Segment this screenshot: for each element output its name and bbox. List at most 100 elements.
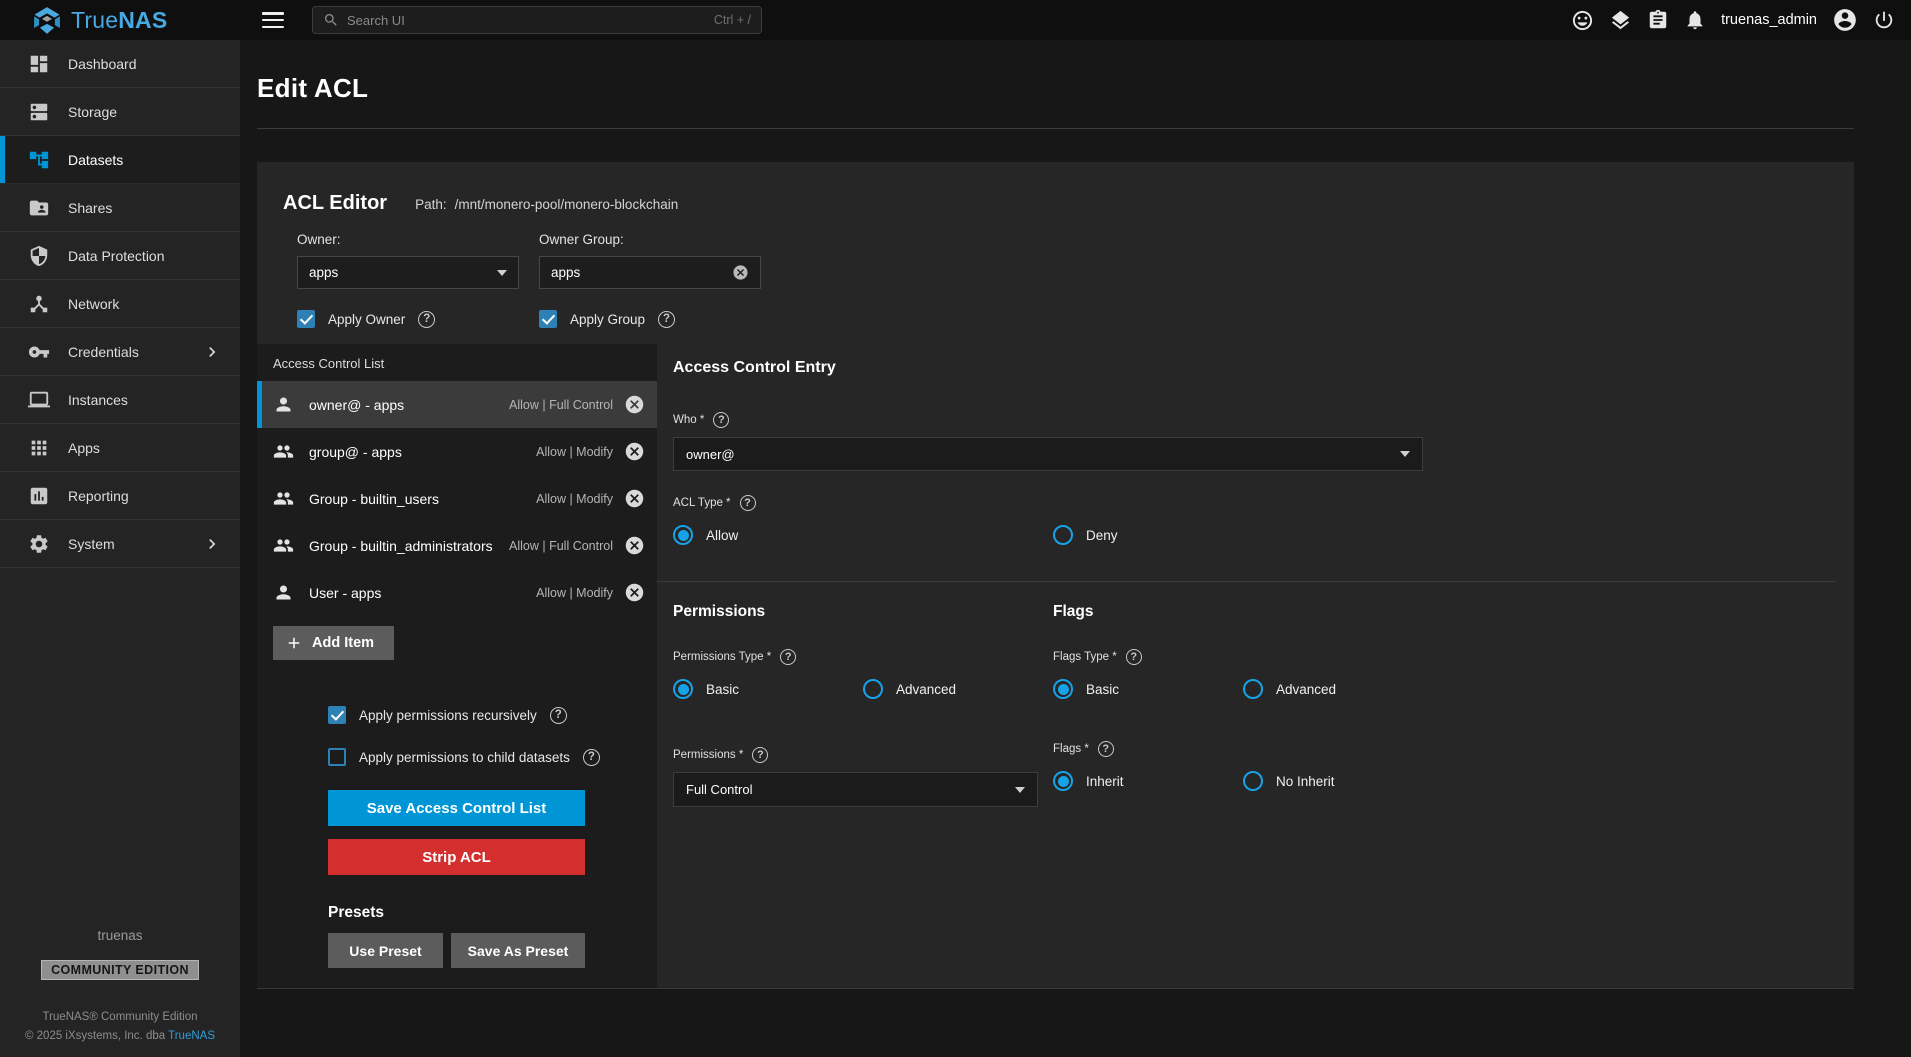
- apply-owner-checkbox[interactable]: [297, 310, 315, 328]
- copyright-text: TrueNAS® Community Edition © 2025 iXsyst…: [0, 1008, 240, 1045]
- person-icon: [273, 394, 294, 415]
- sidebar-item-shares[interactable]: Shares: [0, 184, 240, 232]
- help-icon[interactable]: [740, 495, 756, 511]
- access-control-entry-form: Access Control Entry Who * owner@ ACL Ty…: [657, 344, 1854, 988]
- ace-who: owner@ - apps: [309, 397, 404, 413]
- flags-inherit-radio[interactable]: Inherit: [1053, 771, 1243, 791]
- help-icon[interactable]: [1098, 741, 1114, 757]
- chevron-right-icon: [202, 534, 222, 554]
- search-input[interactable]: [347, 13, 706, 28]
- group-icon: [273, 535, 294, 556]
- ace-who: Group - builtin_users: [309, 491, 439, 507]
- delete-entry-icon[interactable]: [624, 582, 645, 603]
- sidebar-item-reporting[interactable]: Reporting: [0, 472, 240, 520]
- feedback-smiley-icon[interactable]: [1571, 9, 1594, 32]
- apply-owner-label: Apply Owner: [328, 312, 405, 327]
- help-icon[interactable]: [550, 707, 567, 724]
- sidebar-item-dashboard[interactable]: Dashboard: [0, 40, 240, 88]
- apply-recursively-checkbox[interactable]: [328, 706, 346, 724]
- save-as-preset-button[interactable]: Save As Preset: [451, 933, 585, 968]
- sidebar-footer: truenas COMMUNITY EDITION TrueNAS® Commu…: [0, 928, 240, 1045]
- sidebar-item-label: Shares: [68, 200, 112, 216]
- main-content: Edit ACL ACL Editor Path: /mnt/monero-po…: [240, 40, 1911, 1057]
- ace-list-item[interactable]: Group - builtin_users Allow | Modify: [257, 475, 657, 522]
- ace-perms: Allow | Modify: [536, 445, 624, 459]
- ace-list-item[interactable]: Group - builtin_administrators Allow | F…: [257, 522, 657, 569]
- sidebar-item-datasets[interactable]: Datasets: [0, 136, 240, 184]
- sidebar-item-label: Credentials: [68, 344, 139, 360]
- owner-select[interactable]: apps: [297, 256, 519, 289]
- ace-list-item[interactable]: owner@ - apps Allow | Full Control: [257, 381, 657, 428]
- sidebar-item-network[interactable]: Network: [0, 280, 240, 328]
- apply-group-checkbox[interactable]: [539, 310, 557, 328]
- delete-entry-icon[interactable]: [624, 441, 645, 462]
- ace-perms: Allow | Full Control: [509, 398, 624, 412]
- permissions-type-basic-radio[interactable]: Basic: [673, 679, 863, 699]
- user-avatar-icon[interactable]: [1832, 7, 1858, 33]
- ace-perms: Allow | Modify: [536, 492, 624, 506]
- who-select[interactable]: owner@: [673, 437, 1423, 471]
- owner-group-input[interactable]: apps: [539, 256, 761, 289]
- acl-type-allow-radio[interactable]: Allow: [673, 525, 1053, 545]
- ace-list-item[interactable]: User - apps Allow | Modify: [257, 569, 657, 616]
- ace-perms: Allow | Full Control: [509, 539, 624, 553]
- permissions-type-label: Permissions Type *: [673, 651, 771, 663]
- help-icon[interactable]: [418, 311, 435, 328]
- flags-type-advanced-radio[interactable]: Advanced: [1243, 679, 1336, 699]
- help-icon[interactable]: [658, 311, 675, 328]
- truenas-logo[interactable]: TrueNAS: [0, 7, 240, 34]
- jobs-clipboard-icon[interactable]: [1647, 9, 1669, 31]
- sidebar-item-apps[interactable]: Apps: [0, 424, 240, 472]
- group-icon: [273, 488, 294, 509]
- flags-no-inherit-radio[interactable]: No Inherit: [1243, 771, 1335, 791]
- sidebar-item-data-protection[interactable]: Data Protection: [0, 232, 240, 280]
- save-acl-button[interactable]: Save Access Control List: [328, 790, 585, 826]
- truecommand-icon[interactable]: [1609, 9, 1632, 32]
- power-icon[interactable]: [1873, 9, 1895, 31]
- delete-entry-icon[interactable]: [624, 488, 645, 509]
- radio-label: Basic: [1086, 682, 1119, 697]
- ace-who: Group - builtin_administrators: [309, 538, 493, 554]
- chevron-down-icon: [1400, 451, 1410, 457]
- sidebar-item-credentials[interactable]: Credentials: [0, 328, 240, 376]
- ace-list-item[interactable]: group@ - apps Allow | Modify: [257, 428, 657, 475]
- flags-type-label: Flags Type *: [1053, 651, 1117, 663]
- radio-label: Advanced: [1276, 682, 1336, 697]
- truenas-logo-text: TrueNAS: [71, 7, 167, 34]
- delete-entry-icon[interactable]: [624, 394, 645, 415]
- radio-icon: [1053, 771, 1073, 791]
- strip-acl-button[interactable]: Strip ACL: [328, 839, 585, 875]
- apply-child-datasets-checkbox[interactable]: [328, 748, 346, 766]
- flags-label: Flags *: [1053, 743, 1089, 755]
- radio-icon: [673, 525, 693, 545]
- help-icon[interactable]: [713, 412, 729, 428]
- use-preset-button[interactable]: Use Preset: [328, 933, 443, 968]
- delete-entry-icon[interactable]: [624, 535, 645, 556]
- add-item-button[interactable]: Add Item: [273, 626, 394, 660]
- permissions-select[interactable]: Full Control: [673, 772, 1038, 807]
- apply-group-label: Apply Group: [570, 312, 645, 327]
- ace-who: User - apps: [309, 585, 381, 601]
- help-icon[interactable]: [752, 747, 768, 763]
- notifications-bell-icon[interactable]: [1684, 9, 1706, 31]
- sidebar-item-instances[interactable]: Instances: [0, 376, 240, 424]
- flags-type-basic-radio[interactable]: Basic: [1053, 679, 1243, 699]
- access-control-list-panel: Access Control List owner@ - apps Allow …: [257, 344, 657, 988]
- acl-type-label: ACL Type *: [673, 497, 731, 509]
- sidebar-item-label: Datasets: [68, 152, 123, 168]
- clear-input-icon[interactable]: [732, 264, 749, 281]
- menu-toggle-icon[interactable]: [262, 12, 284, 28]
- shield-icon: [28, 245, 50, 267]
- ace-form-heading: Access Control Entry: [673, 359, 1836, 377]
- owner-group-label: Owner Group:: [539, 232, 781, 247]
- help-icon[interactable]: [583, 749, 600, 766]
- global-search[interactable]: Ctrl + /: [312, 6, 762, 34]
- permissions-type-advanced-radio[interactable]: Advanced: [863, 679, 956, 699]
- top-bar: TrueNAS Ctrl + / truenas_admin: [0, 0, 1911, 40]
- sidebar-item-system[interactable]: System: [0, 520, 240, 568]
- truenas-link[interactable]: TrueNAS: [168, 1030, 215, 1042]
- help-icon[interactable]: [1126, 649, 1142, 665]
- help-icon[interactable]: [780, 649, 796, 665]
- acl-type-deny-radio[interactable]: Deny: [1053, 525, 1118, 545]
- sidebar-item-storage[interactable]: Storage: [0, 88, 240, 136]
